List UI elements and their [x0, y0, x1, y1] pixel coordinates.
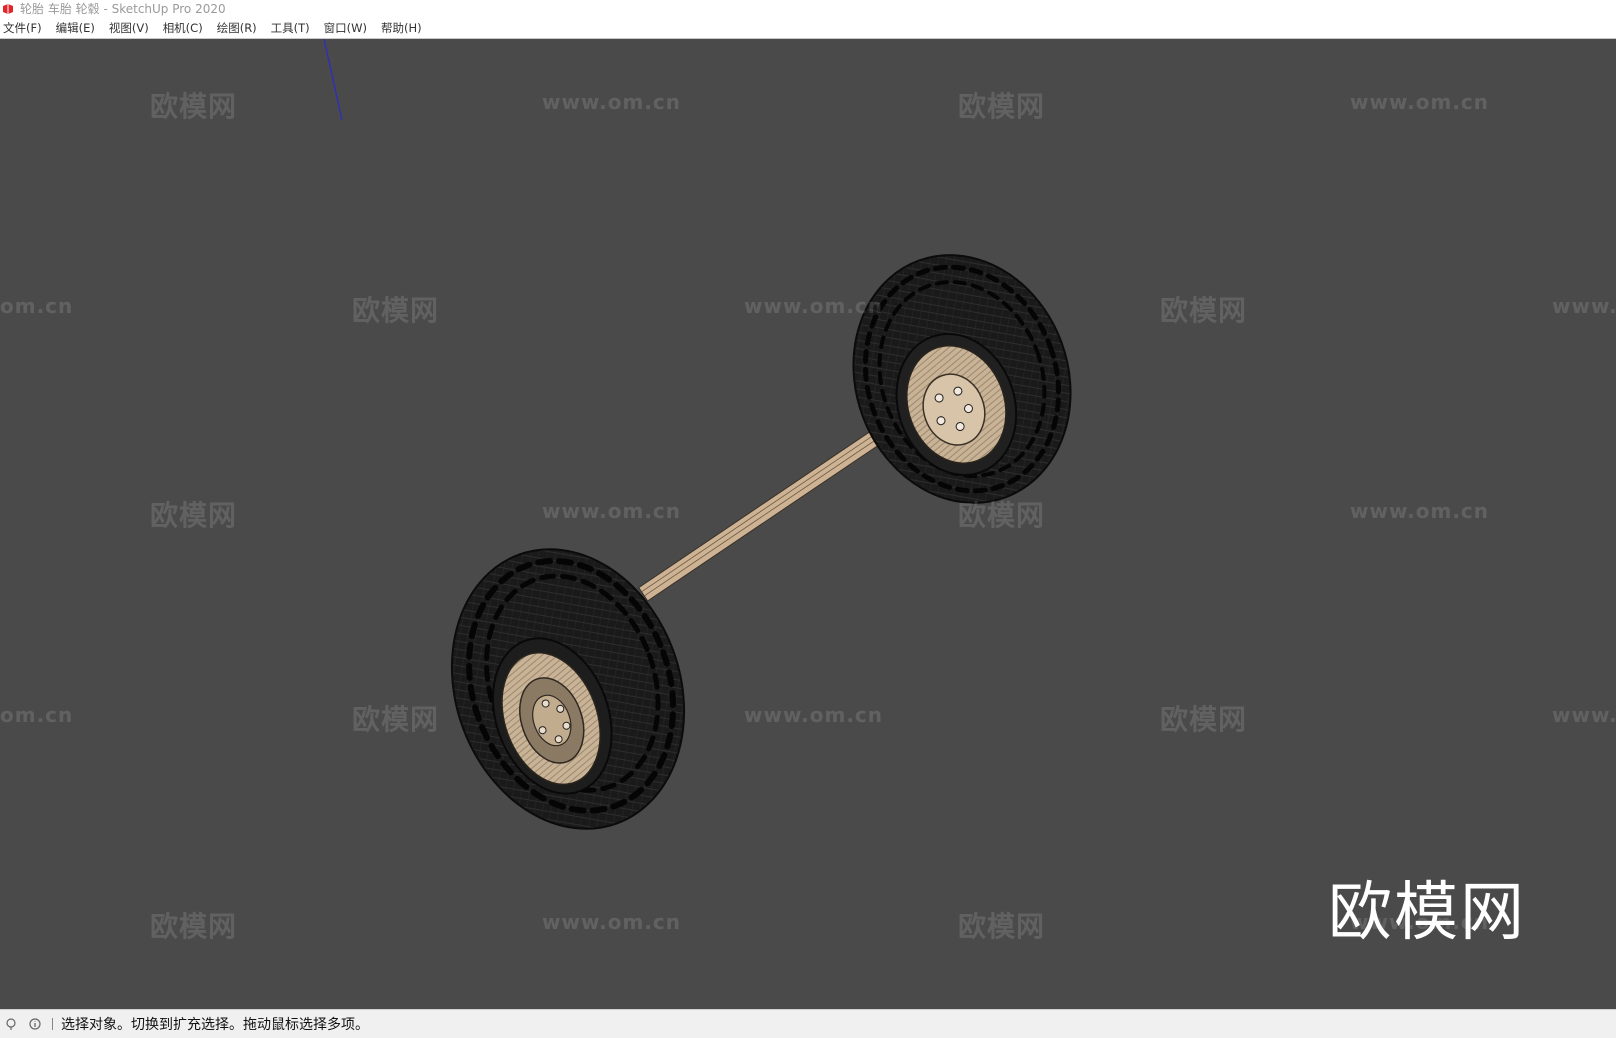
model-viewport[interactable]: 欧模网 www.om.cn 欧模网 www.om.cn om.cn 欧模网 ww…	[0, 39, 1616, 1009]
watermark-brand-large: 欧模网	[1328, 876, 1526, 950]
menu-draw[interactable]: 绘图(R)	[214, 20, 264, 36]
menu-edit[interactable]: 编辑(E)	[53, 20, 102, 36]
title-bar: 轮胎 车胎 轮毂 - SketchUp Pro 2020	[0, 0, 1616, 17]
window-title: 轮胎 车胎 轮毂 - SketchUp Pro 2020	[20, 2, 226, 16]
status-separator	[52, 1018, 53, 1030]
geo-location-icon[interactable]	[4, 1017, 18, 1031]
menu-window[interactable]: 窗口(W)	[321, 20, 374, 36]
menu-help[interactable]: 帮助(H)	[378, 20, 429, 36]
wheel-back	[852, 254, 1072, 504]
status-bar: 选择对象。切换到扩充选择。拖动鼠标选择多项。	[0, 1009, 1616, 1038]
menu-bar: 文件(F) 编辑(E) 视图(V) 相机(C) 绘图(R) 工具(T) 窗口(W…	[0, 17, 1616, 39]
info-icon[interactable]	[28, 1017, 42, 1031]
menu-file[interactable]: 文件(F)	[0, 20, 49, 36]
status-text: 选择对象。切换到扩充选择。拖动鼠标选择多项。	[61, 1017, 369, 1033]
menu-view[interactable]: 视图(V)	[106, 20, 156, 36]
blue-axis-line	[323, 39, 343, 121]
menu-tools[interactable]: 工具(T)	[268, 20, 317, 36]
menu-camera[interactable]: 相机(C)	[160, 20, 210, 36]
sketchup-logo-icon	[3, 3, 13, 14]
